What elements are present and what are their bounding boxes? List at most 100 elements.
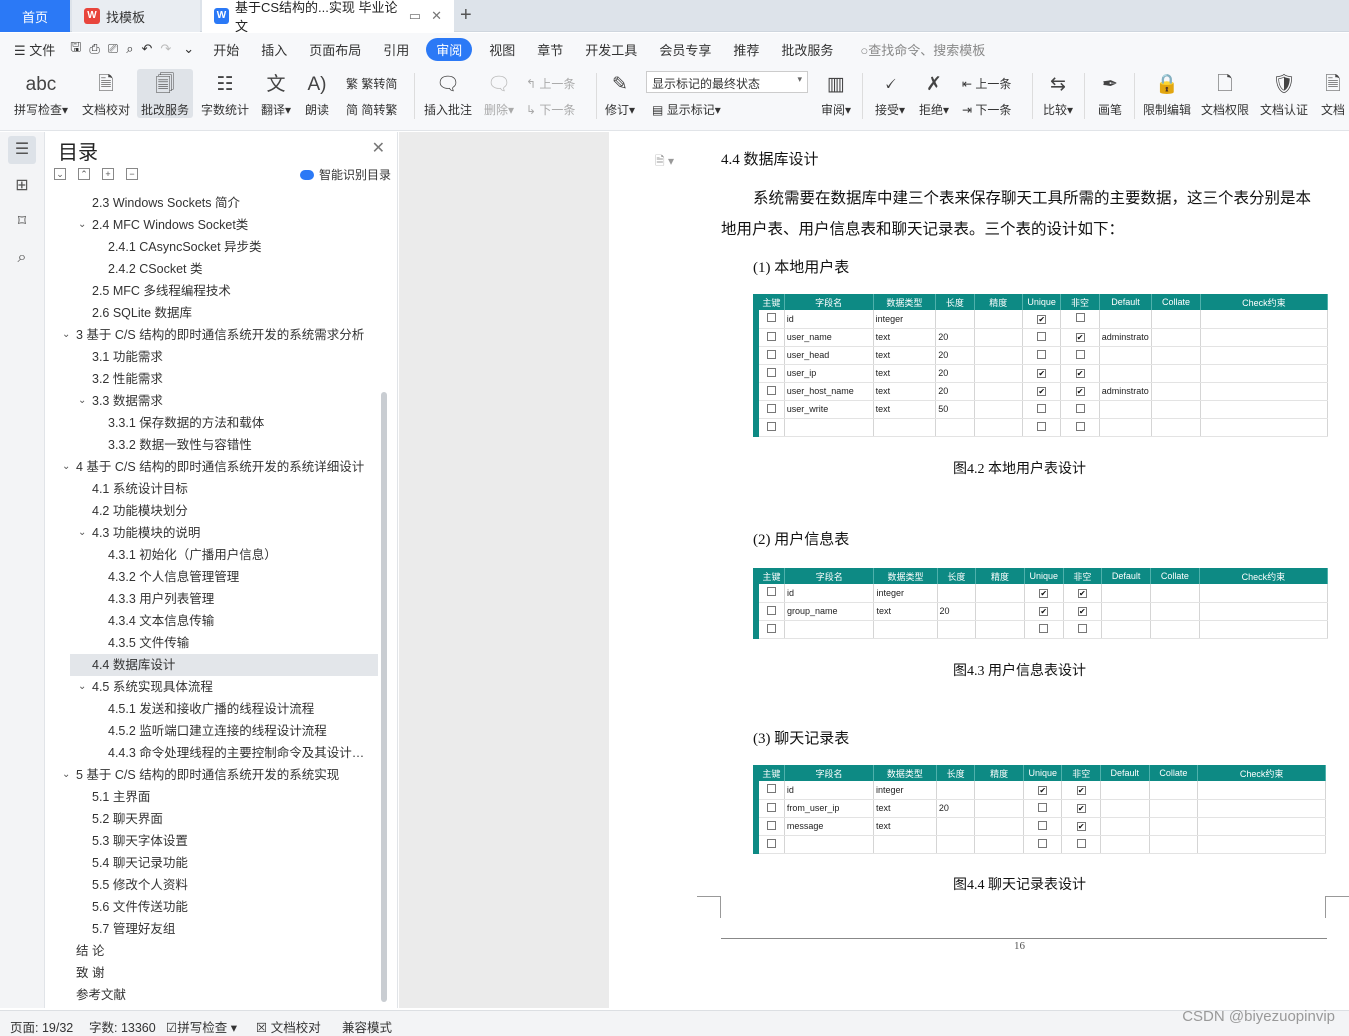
chevron-down-icon[interactable]: ⌄	[62, 764, 70, 786]
outline-item[interactable]: 4.4.3 命令处理线程的主要控制命令及其设计流程	[108, 742, 376, 764]
outline-scrollbar[interactable]	[381, 392, 387, 1002]
menu-item-10[interactable]: 批改服务	[781, 40, 833, 59]
word-count-button[interactable]: ☷ 字数统计	[199, 69, 251, 118]
outline-item[interactable]: 2.4.2 CSocket 类	[108, 258, 376, 280]
outline-item[interactable]: 4.5.2 监听端口建立连接的线程设计流程	[108, 720, 376, 742]
outline-item[interactable]: 5.3 聊天字体设置	[92, 830, 376, 852]
collapse-up-icon[interactable]: ⌃	[78, 168, 90, 180]
reject-button[interactable]: ✗ 拒绝▾	[916, 69, 952, 118]
outline-item[interactable]: 4.1 系统设计目标	[92, 478, 376, 500]
outline-item[interactable]: 2.3 Windows Sockets 简介	[92, 192, 376, 214]
outline-item[interactable]: 参考文献	[76, 984, 376, 1006]
export-icon[interactable]: ⎙	[89, 41, 99, 57]
tab-document[interactable]: W 基于CS结构的...实现 毕业论文 ▭ ✕	[202, 0, 454, 34]
outline-item[interactable]: 致 谢	[76, 962, 376, 984]
review-pane-button[interactable]: ▥ 审阅▾	[818, 69, 854, 118]
show-markup-button[interactable]: ▤ 显示标记▾	[652, 101, 721, 118]
chevron-down-icon[interactable]: ⌄	[62, 324, 70, 346]
outline-item[interactable]: 4.3.5 文件传输	[108, 632, 376, 654]
outline-item[interactable]: 5.5 修改个人资料	[92, 874, 376, 896]
document-page[interactable]: 🗎 ▾ 4.4 数据库设计 系统需要在数据库中建三个表来保存聊天工具所需的主要数…	[609, 132, 1349, 1008]
outline-item[interactable]: 4.3.2 个人信息管理管理	[108, 566, 376, 588]
outline-item[interactable]: 4.4 数据库设计	[70, 654, 378, 676]
outline-item[interactable]: ⌄ 2.4 MFC Windows Socket类	[78, 214, 376, 236]
menu-item-9[interactable]: 推荐	[733, 40, 759, 59]
pen-button[interactable]: ✒ 画笔	[1094, 69, 1126, 118]
find-icon[interactable]: ⌕	[8, 244, 36, 272]
restrict-edit-button[interactable]: 🔒 限制编辑	[1142, 69, 1192, 118]
preview-icon[interactable]: ⌕	[126, 41, 133, 57]
undo-icon[interactable]: ↶	[141, 41, 152, 57]
outline-item[interactable]: 2.6 SQLite 数据库	[92, 302, 376, 324]
delete-comment-button[interactable]: 🗨 删除▾	[481, 69, 517, 118]
spell-check-status[interactable]: ☑拼写检查 ▾	[166, 1017, 237, 1036]
next-change-button[interactable]: ⇥ 下一条	[962, 101, 1011, 118]
accept-button[interactable]: 🗸 接受▾	[872, 69, 908, 118]
menu-item-8[interactable]: 会员专享	[659, 40, 711, 59]
compare-button[interactable]: ⇆ 比较▾	[1040, 69, 1076, 118]
chevron-down-icon[interactable]: ⌄	[62, 456, 70, 478]
trad-to-simp-button[interactable]: 繁 繁转简	[346, 75, 397, 92]
outline-item[interactable]: 2.4.1 CAsyncSocket 异步类	[108, 236, 376, 258]
outline-item[interactable]: ⌄ 3.3 数据需求	[78, 390, 376, 412]
collapse-icon[interactable]: −	[126, 168, 138, 180]
outline-item[interactable]: ⌄ 3 基于 C/S 结构的即时通信系统开发的系统需求分析	[62, 324, 376, 346]
outline-item[interactable]: 3.3.2 数据一致性与容错性	[108, 434, 376, 456]
bookmark-icon[interactable]: ⌑	[8, 208, 36, 236]
tab-close-icon[interactable]: ✕	[431, 8, 442, 24]
simp-to-trad-button[interactable]: 简 简转繁	[346, 101, 397, 118]
proof-status[interactable]: ☒ 文档校对	[256, 1017, 321, 1036]
new-tab-icon[interactable]: +	[460, 4, 472, 27]
page-icon[interactable]: 🗎 ▾	[655, 152, 674, 173]
outline-item[interactable]: 5.4 聊天记录功能	[92, 852, 376, 874]
print-icon[interactable]: ⎚	[108, 41, 118, 57]
menu-item-4[interactable]: 审阅	[426, 37, 473, 61]
outline-item[interactable]: ⌄ 4.5 系统实现具体流程	[78, 676, 376, 698]
tab-templates[interactable]: W 找模板	[72, 0, 200, 32]
insert-comment-button[interactable]: 🗨 插入批注	[423, 69, 473, 118]
outline-item[interactable]: ⌄ 5 基于 C/S 结构的即时通信系统开发的系统实现	[62, 764, 376, 786]
save-icon[interactable]: 🖫	[70, 38, 81, 60]
outline-item[interactable]: 4.3.1 初始化（广播用户信息）	[108, 544, 376, 566]
doc-cert-button[interactable]: 🛡 文档认证	[1259, 69, 1309, 118]
chevron-down-icon[interactable]: ⌄	[78, 676, 86, 698]
markup-state-select[interactable]: 显示标记的最终状态 ▾	[646, 71, 808, 93]
prev-change-button[interactable]: ⇤ 上一条	[962, 75, 1011, 92]
prev-comment-button[interactable]: ↰ 上一条	[526, 75, 575, 92]
outline-item[interactable]: 5.1 主界面	[92, 786, 376, 808]
word-count-indicator[interactable]: 字数: 13360	[89, 1017, 156, 1036]
collapse-down-icon[interactable]: ⌄	[54, 168, 66, 180]
outline-item[interactable]: 4.5.1 发送和接收广播的线程设计流程	[108, 698, 376, 720]
outline-item[interactable]: 5.7 管理好友组	[92, 918, 376, 940]
customize-icon[interactable]: ⌄	[183, 41, 194, 57]
menu-item-0[interactable]: 开始	[213, 40, 239, 59]
outline-item[interactable]: 5.6 文件传送功能	[92, 896, 376, 918]
chevron-down-icon[interactable]: ⌄	[78, 390, 86, 412]
redo-icon[interactable]: ↷	[160, 41, 171, 57]
spell-check-button[interactable]: abc 拼写检查▾	[12, 69, 70, 118]
chevron-down-icon[interactable]: ⌄	[78, 522, 86, 544]
doc-rights-button[interactable]: 🗋 文档权限	[1200, 69, 1250, 118]
menu-file[interactable]: ☰ 文件	[14, 40, 55, 59]
expand-icon[interactable]: +	[102, 168, 114, 180]
page-indicator[interactable]: 页面: 19/32	[10, 1017, 73, 1036]
chevron-down-icon[interactable]: ⌄	[78, 214, 86, 236]
outline-item[interactable]: 3.1 功能需求	[92, 346, 376, 368]
track-changes-button[interactable]: ✎ 修订▾	[602, 69, 638, 118]
outline-item[interactable]: 结 论	[76, 940, 376, 962]
outline-item[interactable]: 4.3.4 文本信息传输	[108, 610, 376, 632]
outline-item[interactable]: 3.3.1 保存数据的方法和载体	[108, 412, 376, 434]
next-comment-button[interactable]: ↳ 下一条	[526, 101, 575, 118]
doc-more-button[interactable]: 🗎 文档	[1318, 69, 1348, 118]
outline-item[interactable]: ⌄ 4 基于 C/S 结构的即时通信系统开发的系统详细设计	[62, 456, 376, 478]
doc-proof-button[interactable]: 🗎 文档校对	[80, 69, 132, 118]
smart-toc-button[interactable]: 智能识别目录	[299, 166, 391, 183]
outline-item[interactable]: ⌄ 4.3 功能模块的说明	[78, 522, 376, 544]
chapter-nav-icon[interactable]: ⊞	[8, 172, 36, 200]
menu-item-5[interactable]: 视图	[489, 40, 515, 59]
menu-item-7[interactable]: 开发工具	[585, 40, 637, 59]
menu-item-3[interactable]: 引用	[383, 40, 409, 59]
read-aloud-button[interactable]: A) 朗读	[302, 69, 332, 118]
close-icon[interactable]: ✕	[372, 138, 385, 158]
outline-item[interactable]: 2.5 MFC 多线程编程技术	[92, 280, 376, 302]
